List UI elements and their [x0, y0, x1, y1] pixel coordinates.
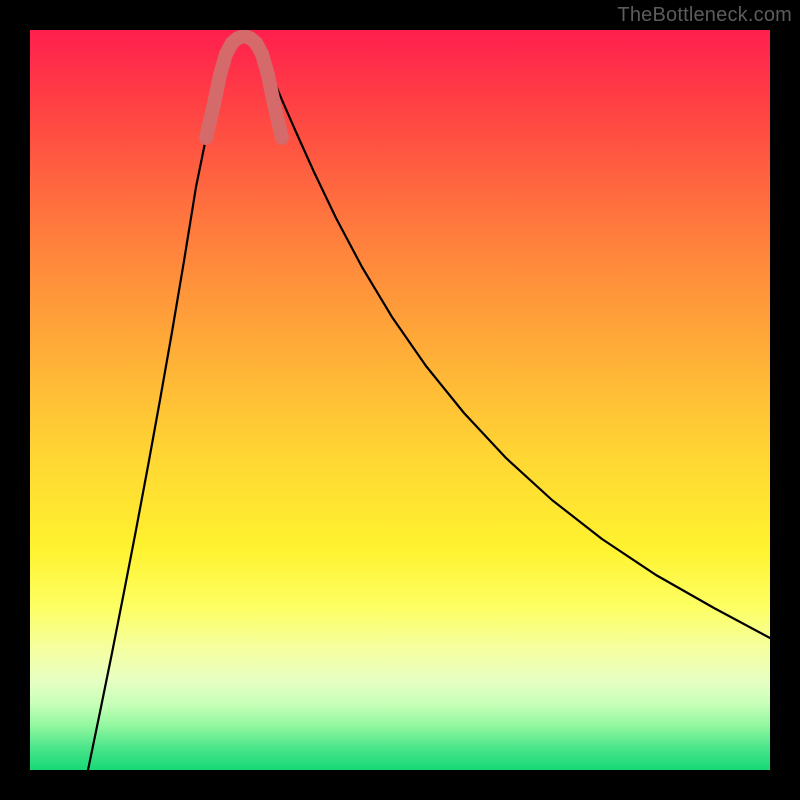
chart-frame: TheBottleneck.com: [0, 0, 800, 800]
curve-right-branch: [260, 50, 770, 638]
chart-svg: [30, 30, 770, 770]
curve-left-branch: [88, 50, 229, 770]
curve-valley-highlight: [206, 36, 282, 138]
plot-area: [30, 30, 770, 770]
watermark-text: TheBottleneck.com: [617, 4, 792, 27]
